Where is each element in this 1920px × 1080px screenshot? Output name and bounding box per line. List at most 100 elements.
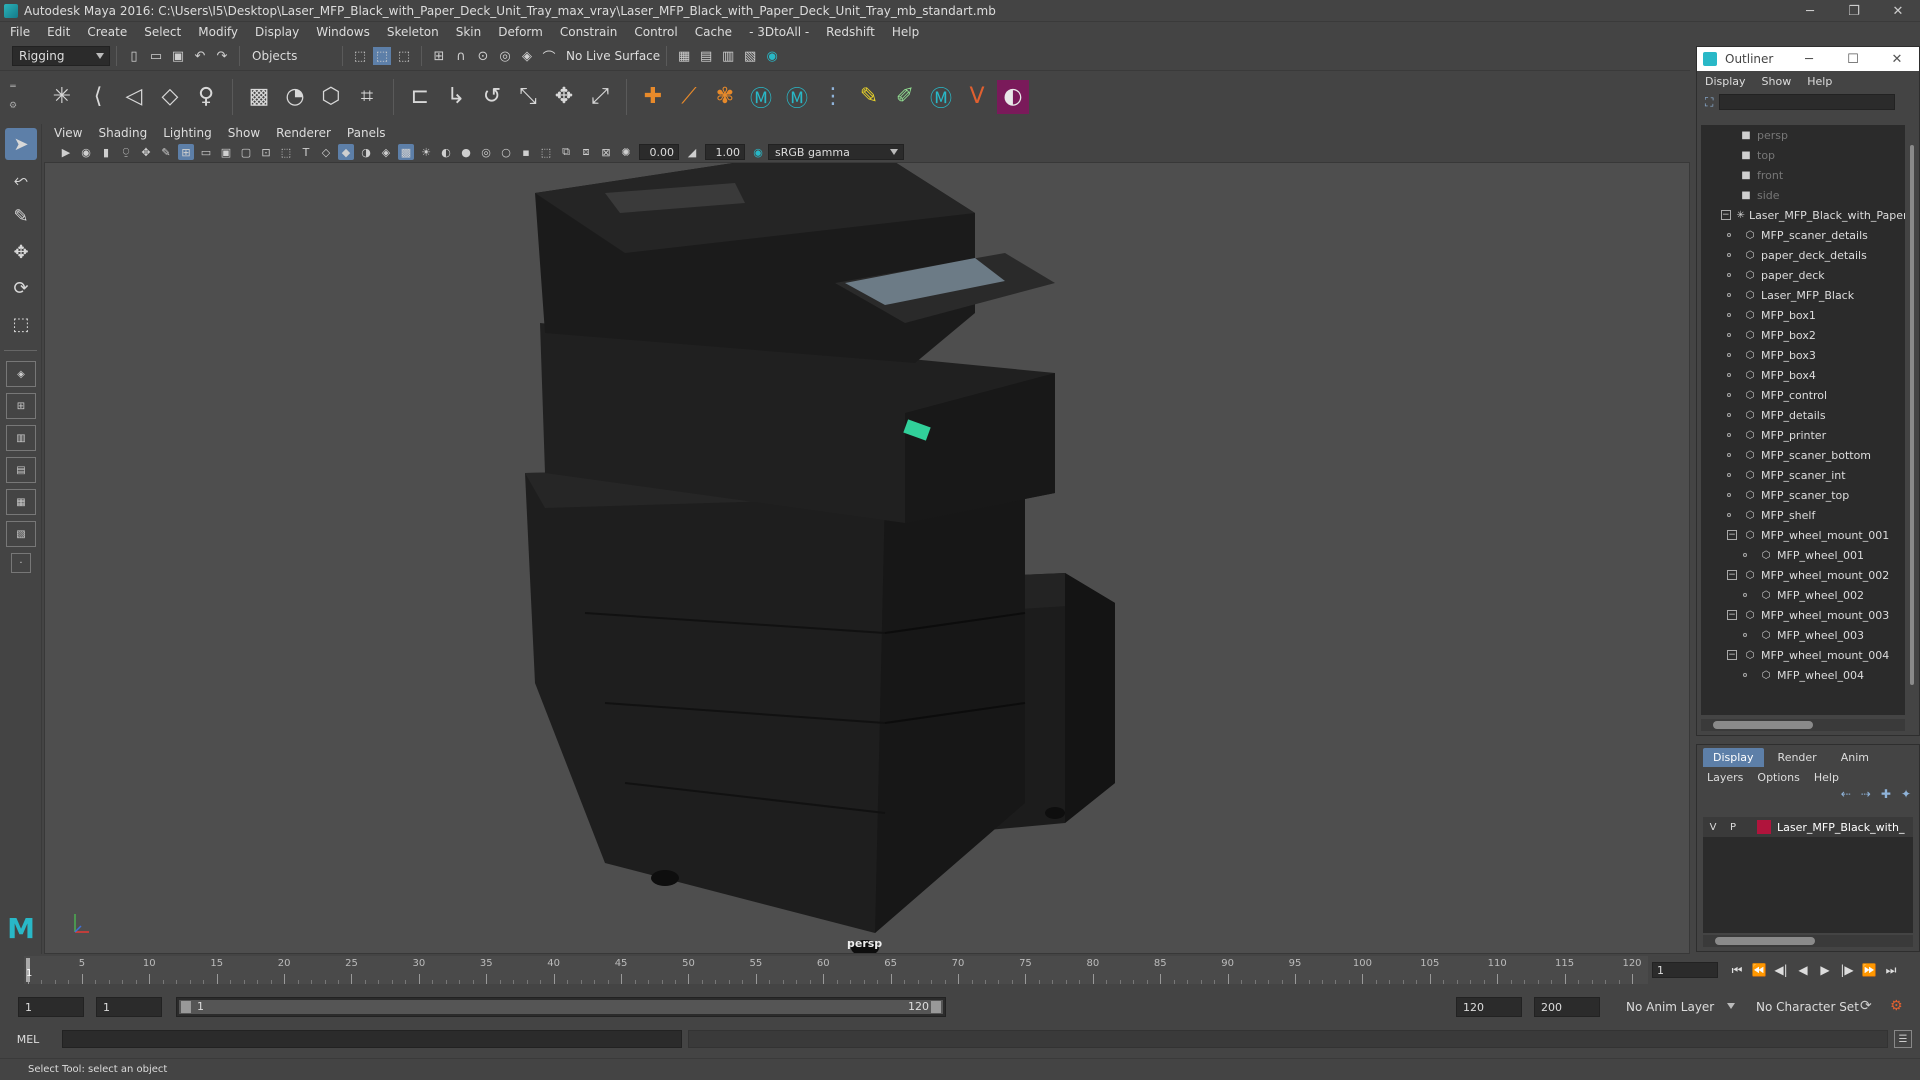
outliner-item[interactable]: ⬡ MFP_box1 bbox=[1701, 305, 1905, 325]
new-layer-icon[interactable]: ✚ bbox=[1881, 787, 1891, 807]
paint-tool-icon[interactable]: ✐ bbox=[889, 80, 921, 114]
outliner-item[interactable]: ⬡ paper_deck_details bbox=[1701, 245, 1905, 265]
outliner-item[interactable]: − ⬡ MFP_wheel_mount_004 bbox=[1701, 645, 1905, 665]
animation-start-field[interactable]: 1 bbox=[18, 997, 84, 1017]
collapse-icon[interactable]: − bbox=[1727, 650, 1737, 660]
command-language-label[interactable]: MEL bbox=[0, 1033, 56, 1046]
undo-icon[interactable]: ↶ bbox=[191, 47, 209, 65]
outliner-item[interactable]: ⬡ Laser_MFP_Black bbox=[1701, 285, 1905, 305]
outliner-item[interactable]: ⬡ MFP_box3 bbox=[1701, 345, 1905, 365]
outliner-item[interactable]: ⬡ MFP_wheel_003 bbox=[1701, 625, 1905, 645]
panel-menu-show[interactable]: Show bbox=[228, 126, 260, 140]
bookmark-icon[interactable]: ▮ bbox=[98, 144, 114, 160]
script-editor-icon[interactable]: ☰ bbox=[1894, 1030, 1912, 1048]
scroll-thumb[interactable] bbox=[1713, 721, 1813, 729]
outliner-item[interactable]: ⬡ MFP_shelf bbox=[1701, 505, 1905, 525]
snap-point-icon[interactable]: ⊙ bbox=[474, 47, 492, 65]
scale-constraint-icon[interactable]: ⤡ bbox=[512, 80, 544, 114]
isolate-select-icon[interactable]: ⬚ bbox=[538, 144, 554, 160]
menu-help[interactable]: Help bbox=[892, 25, 919, 39]
outliner-search-input[interactable] bbox=[1719, 94, 1896, 110]
maya-script-3-icon[interactable]: Ⓜ bbox=[925, 80, 957, 114]
outliner-item[interactable]: ■ side bbox=[1701, 185, 1905, 205]
grid-icon[interactable]: ⊞ bbox=[178, 144, 194, 160]
anim-layer-dropdown[interactable]: No Anim Layer bbox=[1620, 997, 1740, 1017]
safe-action-icon[interactable]: ⬚ bbox=[278, 144, 294, 160]
anti-aliasing-icon[interactable]: ○ bbox=[498, 144, 514, 160]
gate-mask-icon[interactable]: ▢ bbox=[238, 144, 254, 160]
outliner-item[interactable]: ⬡ MFP_wheel_001 bbox=[1701, 545, 1905, 565]
shadows-icon[interactable]: ◐ bbox=[438, 144, 454, 160]
camera-icon[interactable]: ▶ bbox=[58, 144, 74, 160]
new-scene-icon[interactable]: ▯ bbox=[125, 47, 143, 65]
maya-script-icon[interactable]: Ⓜ bbox=[745, 80, 777, 114]
safe-title-icon[interactable]: T bbox=[298, 144, 314, 160]
step-back-frame-icon[interactable]: ◀| bbox=[1770, 960, 1792, 980]
printer-model[interactable] bbox=[45, 163, 1690, 954]
range-thumb[interactable] bbox=[179, 1000, 943, 1014]
collapse-icon[interactable]: − bbox=[1727, 530, 1737, 540]
play-backward-icon[interactable]: ◀ bbox=[1792, 960, 1814, 980]
panel-menu-lighting[interactable]: Lighting bbox=[163, 126, 212, 140]
render-settings-icon[interactable]: ▦ bbox=[675, 47, 693, 65]
render-frame-icon[interactable]: ▤ bbox=[697, 47, 715, 65]
outliner-item[interactable]: ⬡ MFP_details bbox=[1701, 405, 1905, 425]
outliner-menu-display[interactable]: Display bbox=[1705, 75, 1746, 88]
step-forward-key-icon[interactable]: ⏩ bbox=[1858, 960, 1880, 980]
layer-color-swatch[interactable] bbox=[1757, 820, 1771, 834]
go-to-end-icon[interactable]: ⏭ bbox=[1880, 960, 1902, 980]
gamma-field[interactable]: 1.00 bbox=[705, 144, 745, 160]
outliner-filter-icon[interactable]: ⛶ bbox=[1705, 95, 1713, 110]
tab-anim[interactable]: Anim bbox=[1831, 748, 1879, 767]
scale-tool-icon[interactable]: ⬚ bbox=[5, 308, 37, 340]
color-management-icon[interactable]: ◉ bbox=[750, 144, 766, 160]
menu-skin[interactable]: Skin bbox=[456, 25, 482, 39]
persp-render-layout-icon[interactable]: ▧ bbox=[6, 521, 36, 547]
playback-end-field[interactable]: 120 bbox=[1456, 997, 1522, 1017]
layer-menu-layers[interactable]: Layers bbox=[1707, 771, 1743, 784]
more-layouts-icon[interactable]: · bbox=[11, 553, 31, 573]
save-scene-icon[interactable]: ▣ bbox=[169, 47, 187, 65]
maya-script-2-icon[interactable]: Ⓜ bbox=[781, 80, 813, 114]
snap-curve-icon[interactable]: ∩ bbox=[452, 47, 470, 65]
exposure-icon[interactable]: ✺ bbox=[618, 144, 634, 160]
menu-display[interactable]: Display bbox=[255, 25, 299, 39]
single-perspective-layout-icon[interactable]: ◈ bbox=[6, 361, 36, 387]
outliner-minimize-button[interactable]: ─ bbox=[1787, 47, 1831, 71]
minimize-button[interactable]: ─ bbox=[1788, 0, 1832, 22]
persp-outliner-layout-icon[interactable]: ▥ bbox=[6, 425, 36, 451]
menu-windows[interactable]: Windows bbox=[316, 25, 370, 39]
locator-icon[interactable]: ✚ bbox=[637, 80, 669, 114]
grease-pencil-icon[interactable]: ✎ bbox=[158, 144, 174, 160]
tab-render[interactable]: Render bbox=[1768, 748, 1827, 767]
collapse-icon[interactable]: − bbox=[1727, 610, 1737, 620]
character-set-dropdown[interactable]: No Character Set bbox=[1750, 997, 1870, 1017]
lasso-tool-icon[interactable]: ⬿ bbox=[5, 164, 37, 196]
play-forward-icon[interactable]: ▶ bbox=[1814, 960, 1836, 980]
outliner-menu-show[interactable]: Show bbox=[1762, 75, 1792, 88]
select-object-icon[interactable]: ⬚ bbox=[373, 47, 391, 65]
time-slider-track[interactable]: 5 10 15 20 25 30 35 40 45 50 55 60 65 70 75 80 85 90 95 100… bbox=[24, 956, 1648, 984]
motion-blur-icon[interactable]: ◎ bbox=[478, 144, 494, 160]
layer-menu-options[interactable]: Options bbox=[1757, 771, 1799, 784]
close-button[interactable]: ✕ bbox=[1876, 0, 1920, 22]
outliner-item[interactable]: ⬡ MFP_wheel_004 bbox=[1701, 665, 1905, 685]
move-layer-down-icon[interactable]: ⇢ bbox=[1861, 787, 1871, 807]
panel-menu-panels[interactable]: Panels bbox=[347, 126, 386, 140]
point-constraint-icon[interactable]: ↳ bbox=[440, 80, 472, 114]
collapse-icon[interactable]: − bbox=[1727, 570, 1737, 580]
two-d-pan-icon[interactable]: ✥ bbox=[138, 144, 154, 160]
outliner-item[interactable]: ⬡ paper_deck bbox=[1701, 265, 1905, 285]
outliner-vertical-scrollbar[interactable] bbox=[1907, 125, 1917, 715]
tab-display[interactable]: Display bbox=[1703, 748, 1764, 767]
menu-modify[interactable]: Modify bbox=[198, 25, 238, 39]
render-view-icon[interactable]: ▧ bbox=[741, 47, 759, 65]
shelf-handle[interactable]: ═ ⚙ bbox=[6, 77, 20, 115]
range-end-handle[interactable] bbox=[931, 1001, 941, 1013]
open-scene-icon[interactable]: ▭ bbox=[147, 47, 165, 65]
paint-select-tool-icon[interactable]: ✎ bbox=[5, 200, 37, 232]
current-frame-field[interactable]: 1 bbox=[1652, 962, 1718, 978]
menu-file[interactable]: File bbox=[10, 25, 30, 39]
outliner-item[interactable]: ⬡ MFP_wheel_002 bbox=[1701, 585, 1905, 605]
ipr-render-icon[interactable]: ▥ bbox=[719, 47, 737, 65]
